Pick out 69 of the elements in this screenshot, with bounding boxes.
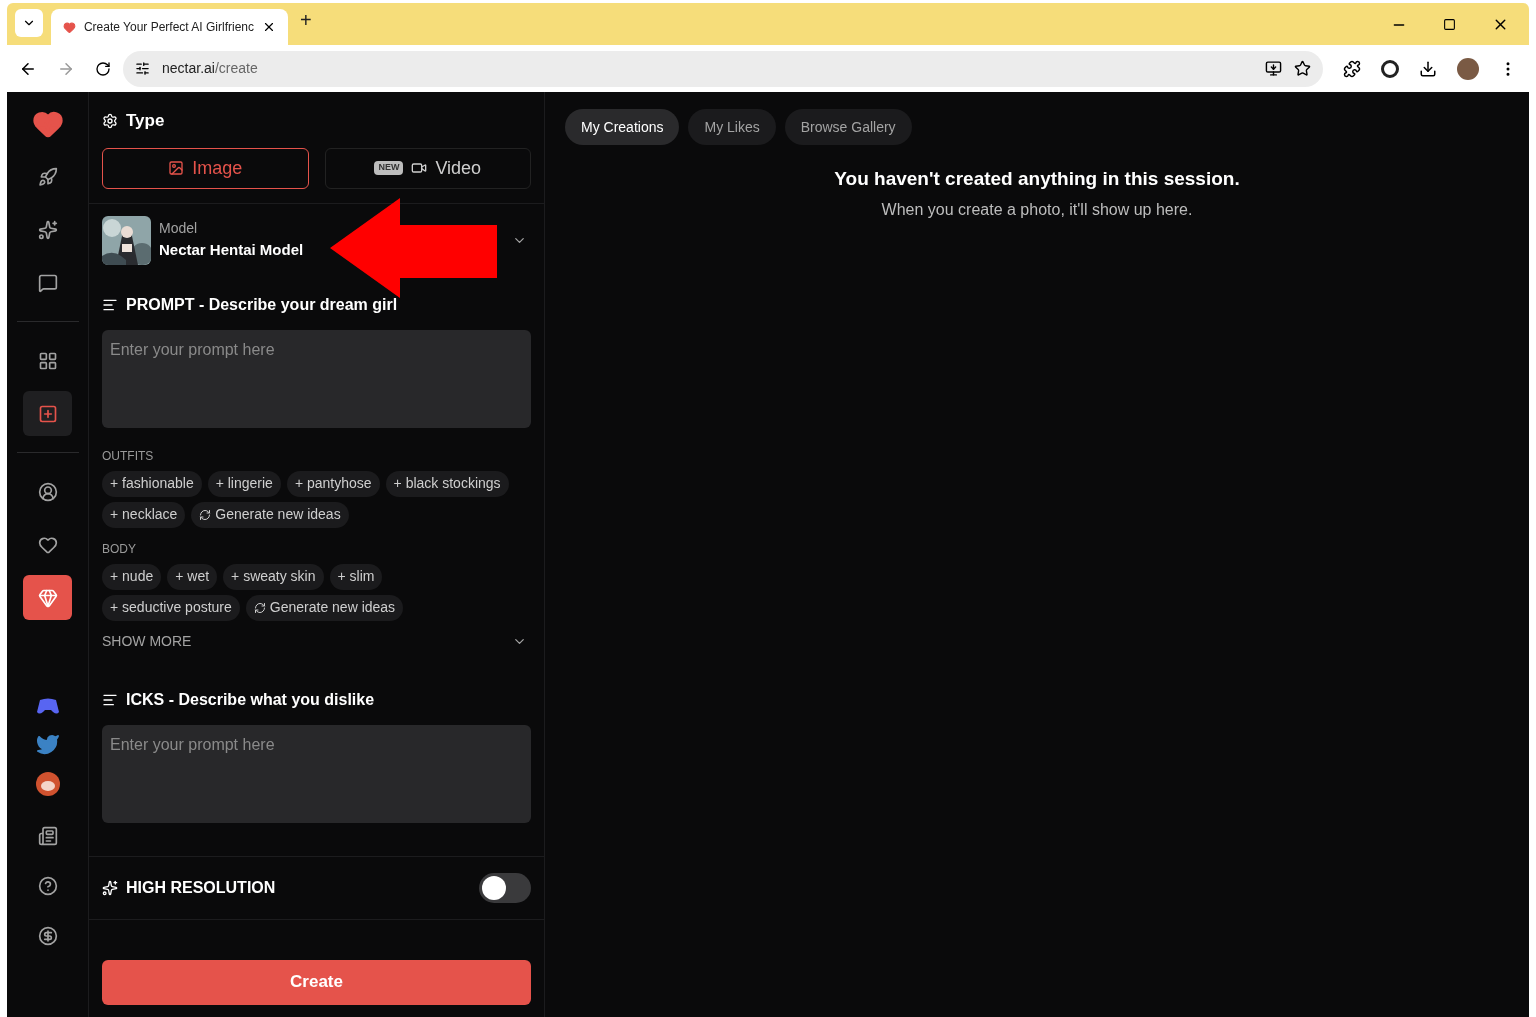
video-icon — [411, 160, 428, 176]
plus-square-icon — [37, 403, 58, 424]
toggle-switch[interactable] — [479, 872, 531, 903]
setting-label: HIGH RESOLUTION — [126, 877, 276, 898]
close-icon[interactable] — [262, 20, 276, 34]
reload-icon[interactable] — [95, 60, 111, 77]
generate-ideas-chip[interactable]: Generate new ideas — [245, 594, 404, 621]
refresh-icon — [253, 601, 266, 614]
heart-icon — [63, 20, 76, 34]
address-bar[interactable]: nectar.ai/create — [123, 50, 1323, 87]
create-button[interactable]: Create — [102, 959, 531, 1005]
url-text: nectar.ai/create — [162, 59, 258, 78]
section-title: Type — [126, 110, 165, 132]
tag-chip[interactable]: + slim — [329, 563, 383, 590]
settings-icon — [102, 112, 118, 129]
sparkles-icon — [37, 219, 58, 240]
tag-chip[interactable]: + lingerie — [207, 470, 281, 497]
prompt-field[interactable]: Enter your prompt here — [102, 329, 531, 428]
tab-title: Create Your Perfect AI Girlfrienc — [83, 19, 255, 36]
bookmark-star-icon[interactable] — [1294, 60, 1311, 77]
new-badge: NEW — [374, 161, 404, 175]
install-icon[interactable] — [1265, 60, 1282, 77]
gallery-tab[interactable]: My Creations — [565, 109, 680, 145]
icks-field[interactable]: Enter your prompt here — [102, 724, 531, 823]
chat-icon — [37, 272, 58, 293]
tag-chip[interactable]: + necklace — [102, 501, 186, 528]
sidebar-item[interactable] — [23, 575, 72, 620]
help-icon[interactable] — [37, 876, 58, 896]
newspaper-icon[interactable] — [37, 826, 58, 846]
empty-subtitle: When you create a photo, it'll show up here. — [881, 199, 1193, 220]
group-label: OUTFITS — [102, 447, 155, 465]
model-name: Nectar Hentai Model — [159, 240, 304, 261]
image-icon — [168, 160, 185, 176]
refresh-icon — [199, 508, 212, 521]
model-label: Model — [159, 219, 199, 239]
maximize-icon[interactable] — [1443, 18, 1456, 31]
user-icon — [37, 481, 58, 502]
tag-chip[interactable]: + pantyhose — [286, 470, 380, 497]
type-option[interactable]: NEW Video — [324, 147, 531, 189]
gallery-tab[interactable]: Browse Gallery — [784, 109, 912, 145]
section-title: ICKS - Describe what you dislike — [126, 689, 375, 710]
tag-chip[interactable]: + sweaty skin — [223, 563, 324, 590]
show-more-toggle[interactable]: SHOW MORE — [102, 630, 531, 652]
type-option[interactable]: Image — [102, 147, 309, 189]
grid-icon — [37, 350, 58, 371]
sidebar-item[interactable] — [23, 391, 72, 436]
download-icon[interactable] — [1419, 59, 1437, 78]
gallery-tab[interactable]: My Likes — [688, 109, 776, 145]
generate-ideas-chip[interactable]: Generate new ideas — [191, 501, 349, 528]
section-title: PROMPT - Describe your dream girl — [126, 294, 398, 315]
new-tab-button[interactable]: + — [300, 5, 312, 35]
tag-chip[interactable]: + fashionable — [102, 470, 202, 497]
tag-chip[interactable]: + wet — [167, 563, 218, 590]
empty-title: You haven't created anything in this session. — [834, 167, 1240, 191]
sparkles-icon — [102, 879, 118, 896]
heart-icon — [37, 534, 58, 555]
gem-icon — [37, 587, 58, 608]
group-label: BODY — [102, 540, 137, 558]
game-controller-icon[interactable] — [35, 698, 60, 716]
extensions-icon[interactable] — [1343, 59, 1361, 78]
rocket-icon — [37, 166, 58, 187]
site-settings-icon — [135, 61, 150, 76]
profile-avatar[interactable] — [1457, 57, 1479, 80]
tag-chip[interactable]: + black stockings — [385, 470, 509, 497]
tag-chip[interactable]: + nude — [102, 563, 162, 590]
dollar-icon[interactable] — [37, 926, 58, 946]
bird-icon[interactable] — [35, 732, 60, 756]
tag-chip[interactable]: + seductive posture — [102, 594, 240, 621]
browser-tab[interactable]: Create Your Perfect AI Girlfrienc — [51, 9, 288, 45]
